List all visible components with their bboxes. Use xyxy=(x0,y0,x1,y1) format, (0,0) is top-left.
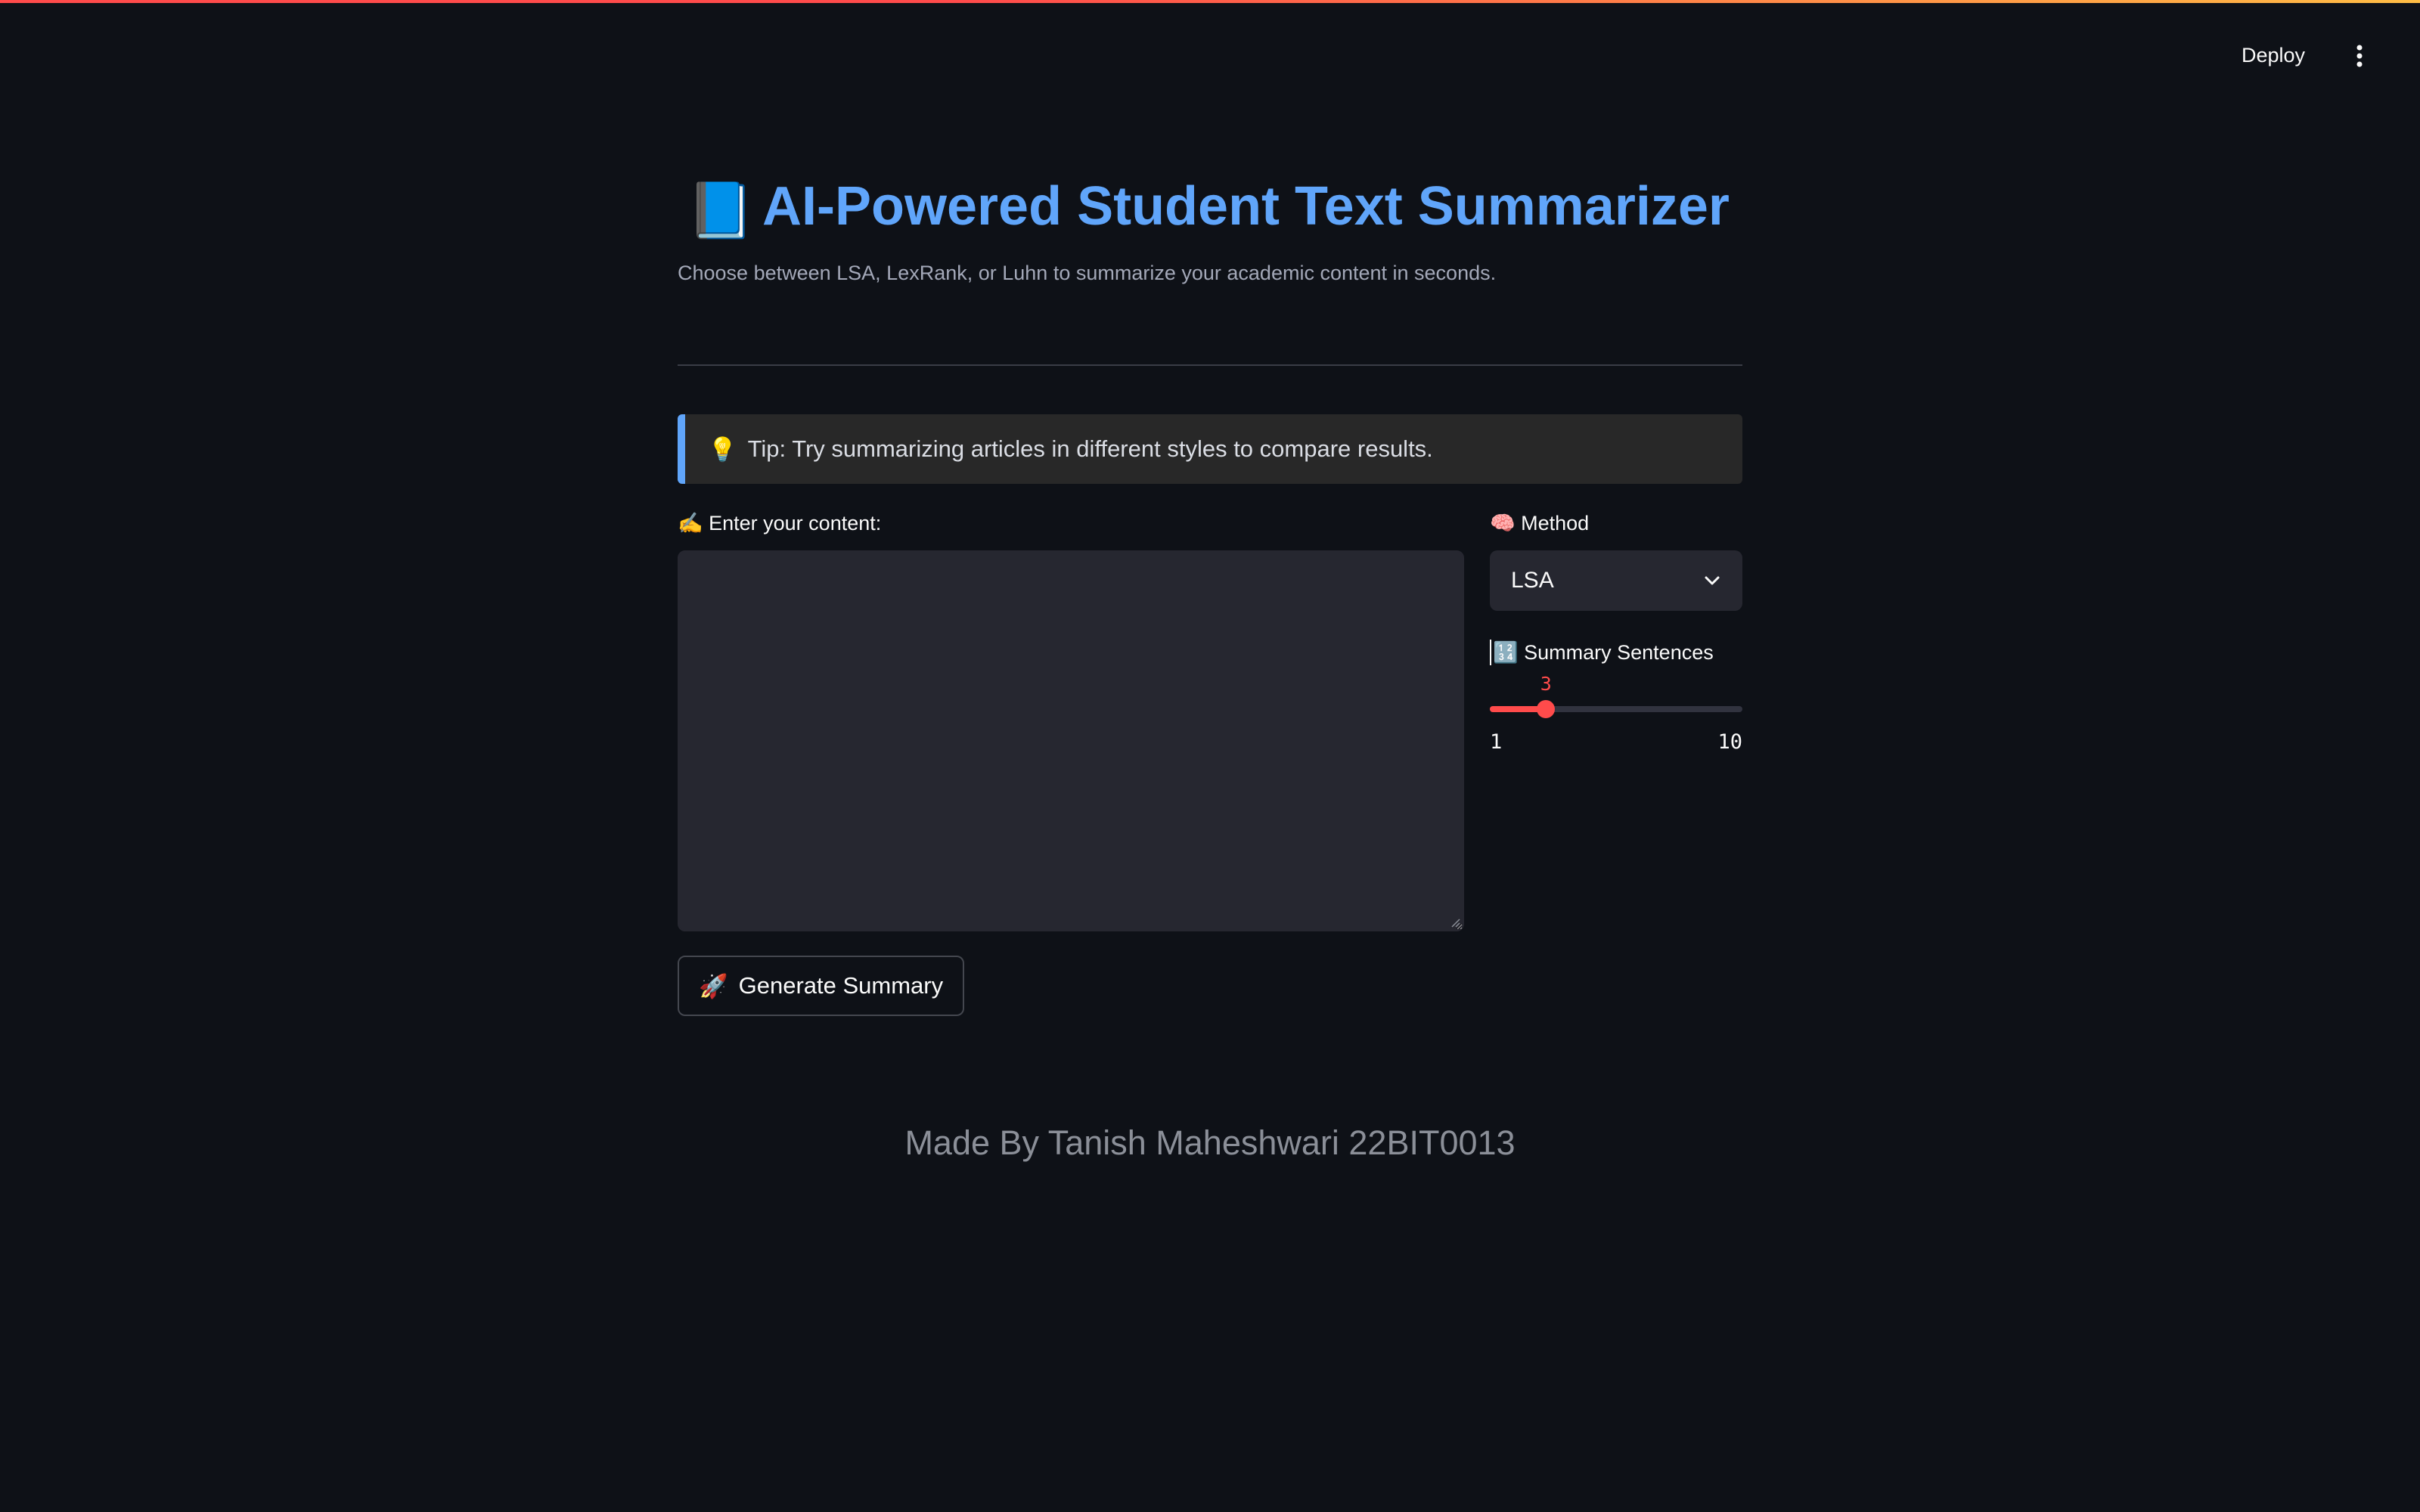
page-title: 📘 AI-Powered Student Text Summarizer xyxy=(687,175,1730,243)
footer-credit: Made By Tanish Maheshwari 22BIT0013 xyxy=(904,1123,1516,1162)
app-toolbar: Deploy xyxy=(2232,36,2375,75)
slider-current-value: 3 xyxy=(1540,673,1552,695)
tip-alert: 💡 Tip: Try summarizing articles in diffe… xyxy=(678,414,1742,484)
generate-summary-label: Generate Summary xyxy=(738,972,944,999)
generate-summary-button[interactable]: 🚀 Generate Summary xyxy=(678,956,965,1016)
slider-min-label: 1 xyxy=(1490,730,1503,754)
content-label: ✍️ Enter your content: xyxy=(678,512,882,534)
book-icon: 📘 xyxy=(687,181,755,241)
deploy-button[interactable]: Deploy xyxy=(2232,36,2314,75)
slider-thumb[interactable] xyxy=(1537,700,1556,718)
page-title-text: AI-Powered Student Text Summarizer xyxy=(762,176,1730,237)
chevron-down-icon xyxy=(1705,576,1720,585)
sentences-label: 🔢 Summary Sentences xyxy=(1490,640,1714,665)
method-select[interactable]: LSA xyxy=(1490,550,1742,611)
divider xyxy=(678,364,1742,366)
slider-max-label: 10 xyxy=(1717,730,1742,754)
page-subtitle: Choose between LSA, LexRank, or Luhn to … xyxy=(678,262,1497,284)
method-selected-value: LSA xyxy=(1511,568,1554,593)
content-textarea[interactable] xyxy=(678,550,1464,931)
rocket-icon: 🚀 xyxy=(699,972,728,999)
vertical-dots-icon[interactable] xyxy=(2344,37,2375,75)
sentences-slider[interactable]: 3 1 10 xyxy=(1490,670,1742,761)
method-label: 🧠 Method xyxy=(1490,512,1590,534)
top-decoration-bar xyxy=(0,0,2420,3)
tip-text: Tip: Try summarizing articles in differe… xyxy=(747,435,1433,462)
sentences-label-text: 🔢 Summary Sentences xyxy=(1493,641,1714,664)
lightbulb-icon: 💡 xyxy=(708,435,737,463)
text-cursor xyxy=(1490,640,1491,665)
resize-handle-icon[interactable] xyxy=(1449,916,1461,928)
